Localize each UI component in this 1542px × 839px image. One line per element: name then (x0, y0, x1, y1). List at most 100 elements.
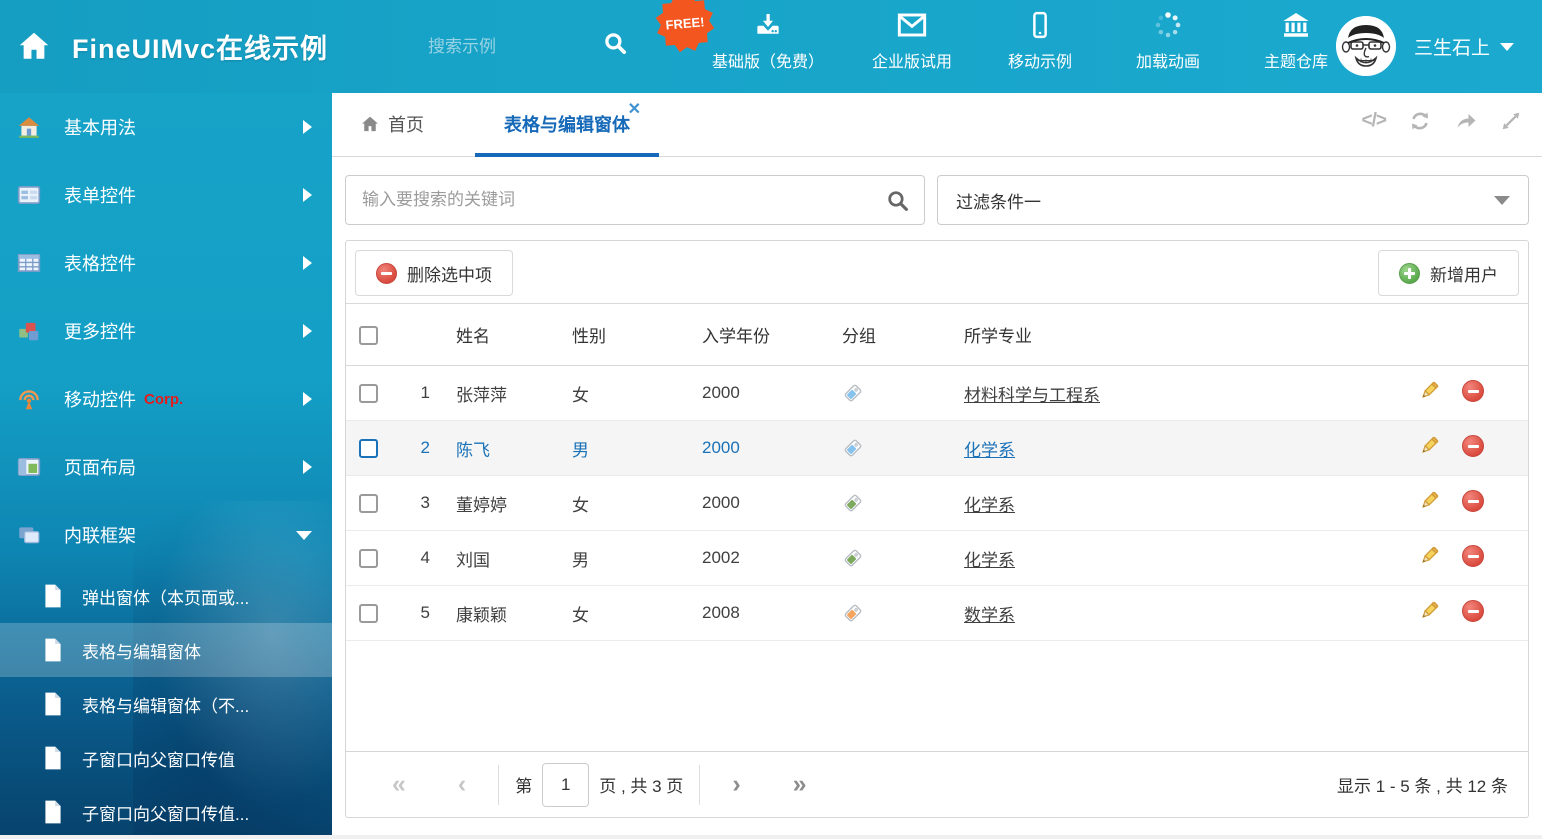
chevron-right-icon (303, 188, 312, 202)
sidebar-item-page-layout[interactable]: 页面布局 (0, 433, 332, 501)
cubes-icon (16, 318, 42, 344)
edit-pencil-icon[interactable] (1418, 434, 1441, 457)
edit-pencil-icon[interactable] (1418, 489, 1441, 512)
row-checkbox[interactable] (359, 439, 378, 458)
row-number: 3 (392, 476, 440, 531)
free-badge: FREE! (662, 0, 708, 46)
layout-icon (16, 454, 42, 480)
edit-pencil-icon[interactable] (1418, 379, 1441, 402)
table-row[interactable]: 2 陈飞 男 2000 化学系 (346, 421, 1528, 476)
file-icon (42, 691, 64, 717)
chevron-right-icon (303, 256, 312, 270)
sidebar: 基本用法 表单控件 表格控件 更多控件 移动控件 Corp. 页面布局 (0, 93, 332, 835)
table-row[interactable]: 3 董婷婷 女 2000 化学系 (346, 476, 1528, 531)
tab-home[interactable]: 首页 (360, 111, 424, 137)
tag-icon (842, 547, 948, 569)
major-link[interactable]: 数学系 (964, 606, 1015, 625)
edit-pencil-icon[interactable] (1418, 544, 1441, 567)
nav-basic-free[interactable]: FREE! 基础版（免费） (712, 10, 824, 72)
user-table: 姓名 性别 入学年份 分组 所学专业 1 张萍萍 女 2000 (346, 303, 1528, 641)
header-search-icon[interactable] (602, 30, 628, 56)
main-area: 首页 表格与编辑窗体 ✕ </> 过滤条件一 (332, 93, 1542, 835)
mobile-icon (1025, 10, 1055, 40)
envelope-icon (896, 10, 928, 40)
table-row[interactable]: 5 康颖颖 女 2008 数学系 (346, 586, 1528, 641)
col-group: 分组 (826, 304, 948, 366)
home-tab-icon (360, 114, 380, 134)
edit-pencil-icon[interactable] (1418, 599, 1441, 622)
record-count-info: 显示 1 - 5 条 , 共 12 条 (1337, 772, 1508, 797)
delete-row-icon[interactable] (1462, 435, 1484, 457)
delete-row-icon[interactable] (1462, 545, 1484, 567)
user-grid-panel: 删除选中项 新增用户 姓名 性别 入学年份 分组 (345, 240, 1529, 818)
major-link[interactable]: 化学系 (964, 496, 1015, 515)
frames-icon (16, 522, 42, 548)
nav-theme-store[interactable]: 主题仓库 (1256, 10, 1336, 72)
table-icon (16, 250, 42, 276)
sidebar-subitem[interactable]: 表格与编辑窗体 (0, 623, 332, 677)
col-major: 所学专业 (948, 304, 1248, 366)
delete-row-icon[interactable] (1462, 490, 1484, 512)
last-page-icon[interactable]: » (767, 770, 833, 799)
prev-page-icon[interactable]: ‹ (432, 770, 492, 799)
sidebar-item-grid-controls[interactable]: 表格控件 (0, 229, 332, 297)
next-page-icon[interactable]: › (706, 770, 766, 799)
close-icon[interactable]: ✕ (628, 99, 641, 119)
chevron-down-icon (1494, 196, 1510, 205)
sidebar-item-basic-usage[interactable]: 基本用法 (0, 93, 332, 161)
sidebar-item-form-controls[interactable]: 表单控件 (0, 161, 332, 229)
avatar[interactable] (1336, 16, 1396, 76)
table-row[interactable]: 1 张萍萍 女 2000 材料科学与工程系 (346, 366, 1528, 421)
filter-dropdown[interactable]: 过滤条件一 (937, 175, 1529, 225)
pagination-bar: « ‹ 第 页 , 共 3 页 › » 显示 1 - 5 条 , 共 12 条 (346, 751, 1528, 817)
page-number-input[interactable] (542, 763, 589, 807)
maximize-icon[interactable] (1500, 110, 1522, 132)
bank-icon (1280, 10, 1312, 40)
home-icon[interactable] (16, 28, 52, 64)
sidebar-subitem[interactable]: 弹出窗体（本页面或... (0, 569, 332, 623)
filter-row: 过滤条件一 (345, 175, 1529, 225)
refresh-icon[interactable] (1408, 109, 1432, 133)
chevron-right-icon (303, 324, 312, 338)
search-icon[interactable] (885, 188, 910, 213)
sidebar-submenu: 弹出窗体（本页面或... 表格与编辑窗体 表格与编辑窗体（不... 子窗口向父窗… (0, 569, 332, 839)
sidebar-item-more-controls[interactable]: 更多控件 (0, 297, 332, 365)
row-number: 4 (392, 531, 440, 586)
delete-selected-button[interactable]: 删除选中项 (355, 250, 513, 296)
row-checkbox[interactable] (359, 549, 378, 568)
spinner-icon (1153, 10, 1183, 40)
keyword-search-input[interactable] (345, 175, 925, 225)
first-page-icon[interactable]: « (366, 770, 432, 799)
form-icon (16, 182, 42, 208)
row-checkbox[interactable] (359, 604, 378, 623)
add-user-button[interactable]: 新增用户 (1378, 250, 1519, 296)
sidebar-item-inline-frames[interactable]: 内联框架 (0, 501, 332, 569)
tab-grid-edit-window[interactable]: 表格与编辑窗体 ✕ (475, 93, 659, 157)
chevron-down-icon (1500, 43, 1514, 51)
row-checkbox[interactable] (359, 384, 378, 403)
delete-row-icon[interactable] (1462, 380, 1484, 402)
table-row[interactable]: 4 刘国 男 2002 化学系 (346, 531, 1528, 586)
header-search-input[interactable] (428, 30, 588, 64)
chevron-right-icon (303, 392, 312, 406)
sidebar-item-mobile-controls[interactable]: 移动控件 Corp. (0, 365, 332, 433)
plus-circle-icon (1399, 263, 1420, 284)
major-link[interactable]: 化学系 (964, 551, 1015, 570)
major-link[interactable]: 材料科学与工程系 (964, 386, 1100, 405)
source-code-icon[interactable]: </> (1362, 110, 1386, 132)
row-checkbox[interactable] (359, 494, 378, 513)
table-header-row: 姓名 性别 入学年份 分组 所学专业 (346, 304, 1528, 366)
user-menu[interactable]: 三生石上 (1414, 33, 1514, 60)
nav-loading-anim[interactable]: 加载动画 (1128, 10, 1208, 72)
grid-toolbar: 删除选中项 新增用户 (346, 241, 1528, 303)
open-new-window-icon[interactable] (1454, 109, 1478, 133)
delete-row-icon[interactable] (1462, 600, 1484, 622)
nav-mobile-demo[interactable]: 移动示例 (1000, 10, 1080, 72)
nav-enterprise-trial[interactable]: 企业版试用 (872, 10, 952, 72)
major-link[interactable]: 化学系 (964, 441, 1015, 460)
sidebar-subitem[interactable]: 子窗口向父窗口传值... (0, 785, 332, 839)
select-all-checkbox[interactable] (359, 326, 378, 345)
sidebar-subitem[interactable]: 子窗口向父窗口传值 (0, 731, 332, 785)
col-gender: 性别 (556, 304, 686, 366)
sidebar-subitem[interactable]: 表格与编辑窗体（不... (0, 677, 332, 731)
